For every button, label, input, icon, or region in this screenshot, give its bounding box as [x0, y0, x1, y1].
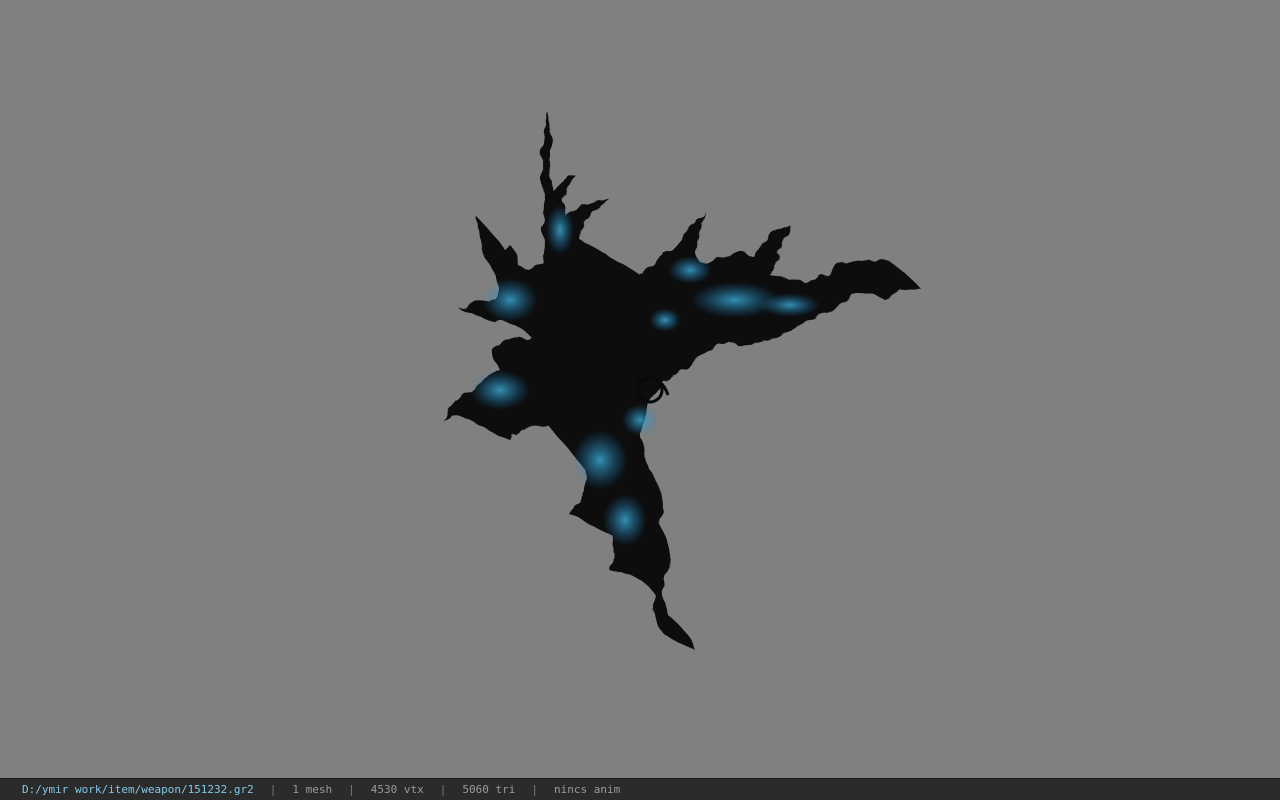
status-vertex-count: 4530 vtx [370, 783, 424, 796]
status-file-path: D:/ymir work/item/weapon/151232.gr2 [22, 783, 254, 796]
status-separator: | [439, 783, 447, 796]
3d-viewport[interactable] [0, 0, 1280, 778]
status-separator: | [269, 783, 277, 796]
status-anim: nincs anim [554, 783, 621, 796]
status-triangle-count: 5060 tri [462, 783, 516, 796]
status-mesh-count: 1 mesh [292, 783, 333, 796]
status-separator: | [348, 783, 355, 796]
weapon-model-render[interactable] [0, 0, 1280, 778]
status-bar: D:/ymir work/item/weapon/151232.gr2 | 1 … [0, 778, 1280, 800]
status-separator: | [531, 783, 539, 796]
